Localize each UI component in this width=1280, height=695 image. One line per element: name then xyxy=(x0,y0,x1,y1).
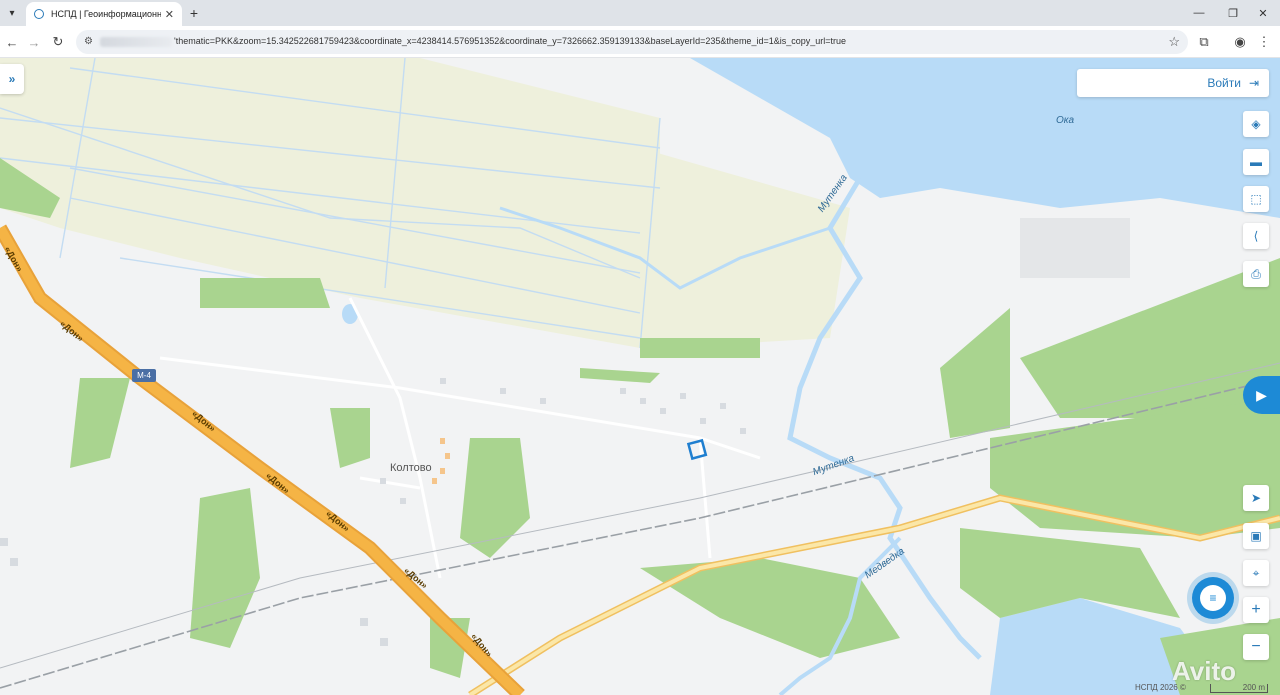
extensions-icon[interactable]: ⧉ xyxy=(1194,32,1214,52)
layers-icon: ◈ xyxy=(1251,117,1261,131)
tab-search-button[interactable]: ▾ xyxy=(0,0,24,26)
chat-icon: ≡ xyxy=(1200,585,1226,611)
geo-search-icon: ⌖ xyxy=(1252,565,1260,580)
map-canvas[interactable] xyxy=(0,58,1280,695)
side-widget-icon: ▶ xyxy=(1256,386,1267,403)
locate-button[interactable]: ➤ xyxy=(1243,485,1269,511)
bookmark-star-icon[interactable]: ☆ xyxy=(1168,34,1180,50)
login-button[interactable]: Войти ⇥ xyxy=(1077,69,1269,97)
print-button[interactable]: ⎙ xyxy=(1243,261,1269,287)
zoom-out-icon: − xyxy=(1251,638,1261,655)
navigation-bar: ← → ↻ ⚙ 'thematic=PKK&zoom=15.3425226817… xyxy=(0,26,1280,58)
side-widget-button[interactable]: ▶ xyxy=(1243,376,1280,414)
site-info-icon[interactable]: ⚙ xyxy=(84,36,93,47)
map-view[interactable]: Ока Мутенка Мутенка Медведка Колтово «До… xyxy=(0,58,1280,695)
expand-panel-button[interactable]: » xyxy=(0,64,24,94)
new-tab-button[interactable]: + xyxy=(182,5,206,21)
buildings-highlighted xyxy=(432,438,450,484)
minimize-button[interactable]: — xyxy=(1182,0,1216,26)
share-button[interactable]: ⟨ xyxy=(1243,223,1269,249)
restore-button[interactable]: ❐ xyxy=(1216,0,1250,26)
tab-bar: ▾ НСПД | Геоинформационный ✕ + — ❐ ✕ xyxy=(0,0,1280,26)
ruler-button[interactable]: ▬ xyxy=(1243,149,1269,175)
close-window-button[interactable]: ✕ xyxy=(1246,0,1280,26)
browser-window: ▾ НСПД | Геоинформационный ✕ + — ❐ ✕ ← →… xyxy=(0,0,1280,695)
field-area xyxy=(0,58,660,348)
place-label-koltovo: Колтово xyxy=(390,462,432,474)
highway-badge-m4: М-4 xyxy=(132,369,156,382)
profile-icon[interactable]: ◉ xyxy=(1230,32,1250,52)
forward-button[interactable]: → xyxy=(24,32,44,52)
locate-icon: ➤ xyxy=(1250,491,1262,505)
scale-bar: 200 m xyxy=(1210,684,1268,693)
share-icon: ⟨ xyxy=(1253,229,1259,243)
login-icon: ⇥ xyxy=(1248,76,1259,90)
selected-parcel xyxy=(686,438,708,461)
print-icon: ⎙ xyxy=(1251,266,1261,281)
industrial-area xyxy=(1020,218,1130,278)
zoom-out-button[interactable]: − xyxy=(1243,634,1269,660)
tab-title: НСПД | Геоинформационный xyxy=(51,9,161,19)
select-area-button[interactable]: ⬚ xyxy=(1243,186,1269,212)
login-label: Войти xyxy=(1207,76,1241,90)
ruler-icon: ▬ xyxy=(1250,155,1262,169)
select-area-icon: ⬚ xyxy=(1250,192,1262,206)
layers-button[interactable]: ◈ xyxy=(1243,111,1269,137)
zoom-in-button[interactable]: + xyxy=(1243,597,1269,623)
field-area-east xyxy=(640,148,850,348)
browser-menu-icon[interactable]: ⋮ xyxy=(1254,32,1274,52)
back-button[interactable]: ← xyxy=(2,32,22,52)
url-redacted xyxy=(100,37,172,47)
water-label-oka: Ока xyxy=(1056,115,1075,126)
minimap-icon: ▣ xyxy=(1250,529,1262,543)
minimap-button[interactable]: ▣ xyxy=(1243,523,1269,549)
attribution: НСПД 2026 © xyxy=(1135,683,1186,692)
zoom-in-icon: + xyxy=(1251,601,1261,618)
site-favicon-icon xyxy=(34,9,44,19)
address-bar[interactable]: ⚙ 'thematic=PKK&zoom=15.342522681759423&… xyxy=(76,30,1188,54)
tab-close-icon[interactable]: ✕ xyxy=(165,8,174,21)
browser-tab[interactable]: НСПД | Геоинформационный ✕ xyxy=(26,2,182,26)
chat-button[interactable]: ≡ xyxy=(1192,577,1234,619)
url-text[interactable]: 'thematic=PKK&zoom=15.342522681759423&co… xyxy=(174,36,846,46)
geo-search-button[interactable]: ⌖ xyxy=(1243,560,1269,586)
reload-button[interactable]: ↻ xyxy=(48,32,68,52)
